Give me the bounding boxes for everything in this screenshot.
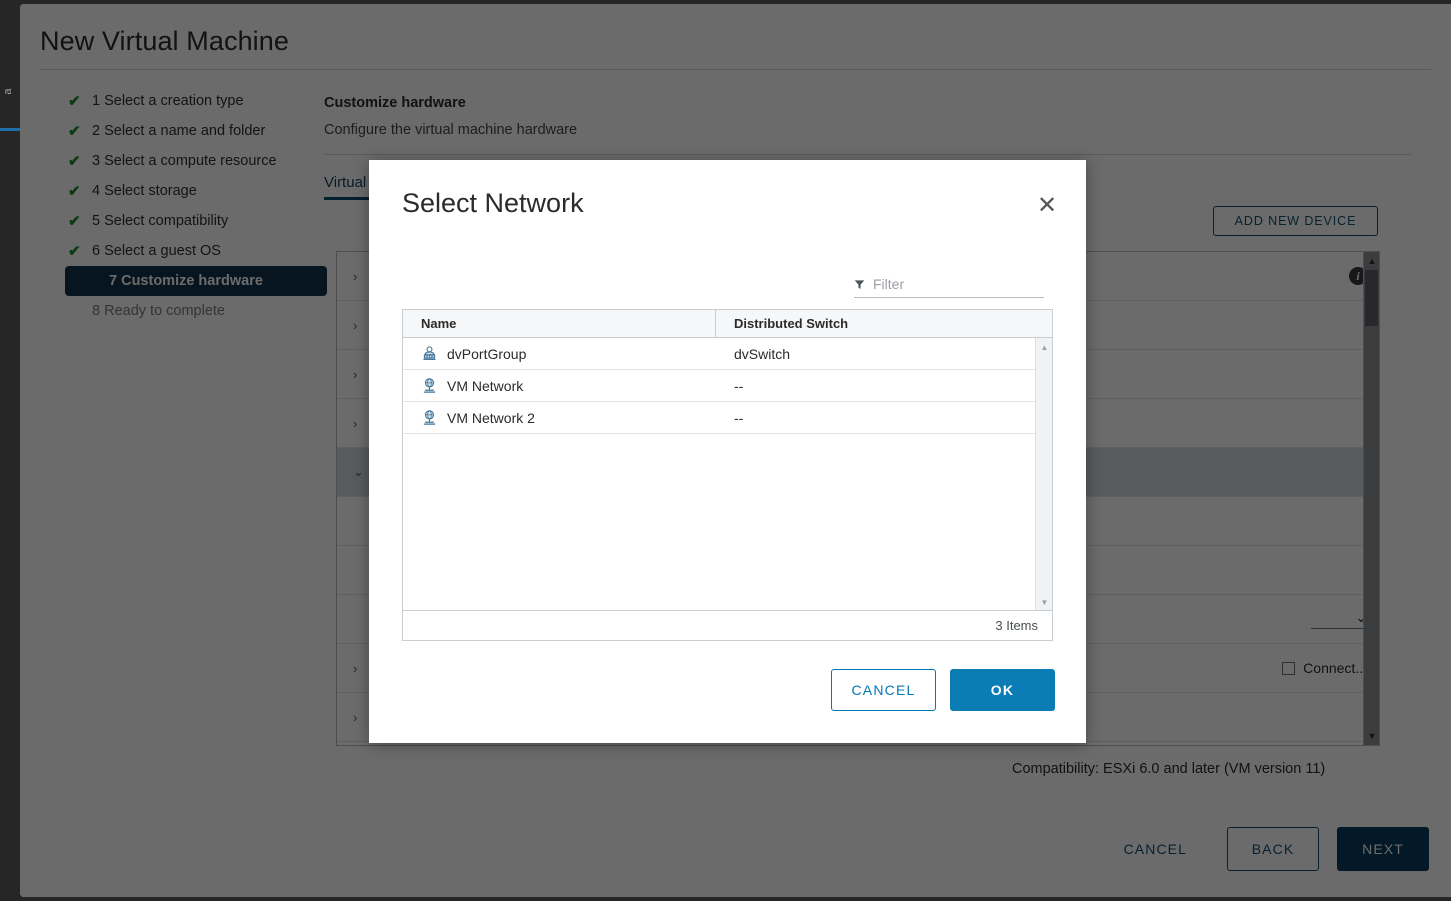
column-header-name[interactable]: Name xyxy=(403,310,716,337)
network-icon xyxy=(421,377,438,394)
ok-button[interactable]: OK xyxy=(950,669,1055,711)
distributed-switch-cell: -- xyxy=(716,378,1052,394)
background-page-sliver-label: a xyxy=(2,88,14,95)
distributed-switch-cell: dvSwitch xyxy=(716,346,1052,362)
network-name-cell: dvPortGroup xyxy=(403,345,716,362)
network-name: VM Network 2 xyxy=(447,410,535,426)
list-item[interactable]: VM Network 2 -- xyxy=(403,402,1052,434)
filter-icon xyxy=(854,279,865,290)
grid-header-row: Name Distributed Switch xyxy=(403,310,1052,338)
screen: a New Virtual Machine ✔ 1 Select a creat… xyxy=(0,0,1451,901)
list-item[interactable]: VM Network -- xyxy=(403,370,1052,402)
scroll-up-icon[interactable]: ▲ xyxy=(1036,340,1052,354)
scroll-down-icon[interactable]: ▼ xyxy=(1036,595,1052,609)
item-count: 3 Items xyxy=(995,618,1038,633)
dvportgroup-icon xyxy=(421,345,438,362)
network-grid: Name Distributed Switch xyxy=(402,309,1053,641)
network-name-cell: VM Network 2 xyxy=(403,409,716,426)
network-name-cell: VM Network xyxy=(403,377,716,394)
close-icon[interactable]: ✕ xyxy=(1033,192,1061,220)
network-icon xyxy=(421,409,438,426)
network-name: VM Network xyxy=(447,378,523,394)
filter-input[interactable] xyxy=(873,276,1044,292)
network-name: dvPortGroup xyxy=(447,346,526,362)
grid-scrollbar[interactable]: ▲ ▼ xyxy=(1035,338,1052,611)
modal-title: Select Network xyxy=(402,188,584,219)
select-network-modal: Select Network ✕ Name Distributed Switch xyxy=(369,160,1086,743)
background-page-accent-line xyxy=(0,128,20,131)
grid-body: dvPortGroup dvSwitch xyxy=(403,338,1052,611)
distributed-switch-cell: -- xyxy=(716,410,1052,426)
filter-field[interactable] xyxy=(854,276,1044,298)
list-item[interactable]: dvPortGroup dvSwitch xyxy=(403,338,1052,370)
grid-footer: 3 Items xyxy=(403,610,1052,640)
column-header-distributed-switch[interactable]: Distributed Switch xyxy=(716,310,1052,337)
modal-footer: CANCEL OK xyxy=(831,669,1055,711)
cancel-button[interactable]: CANCEL xyxy=(831,669,936,711)
